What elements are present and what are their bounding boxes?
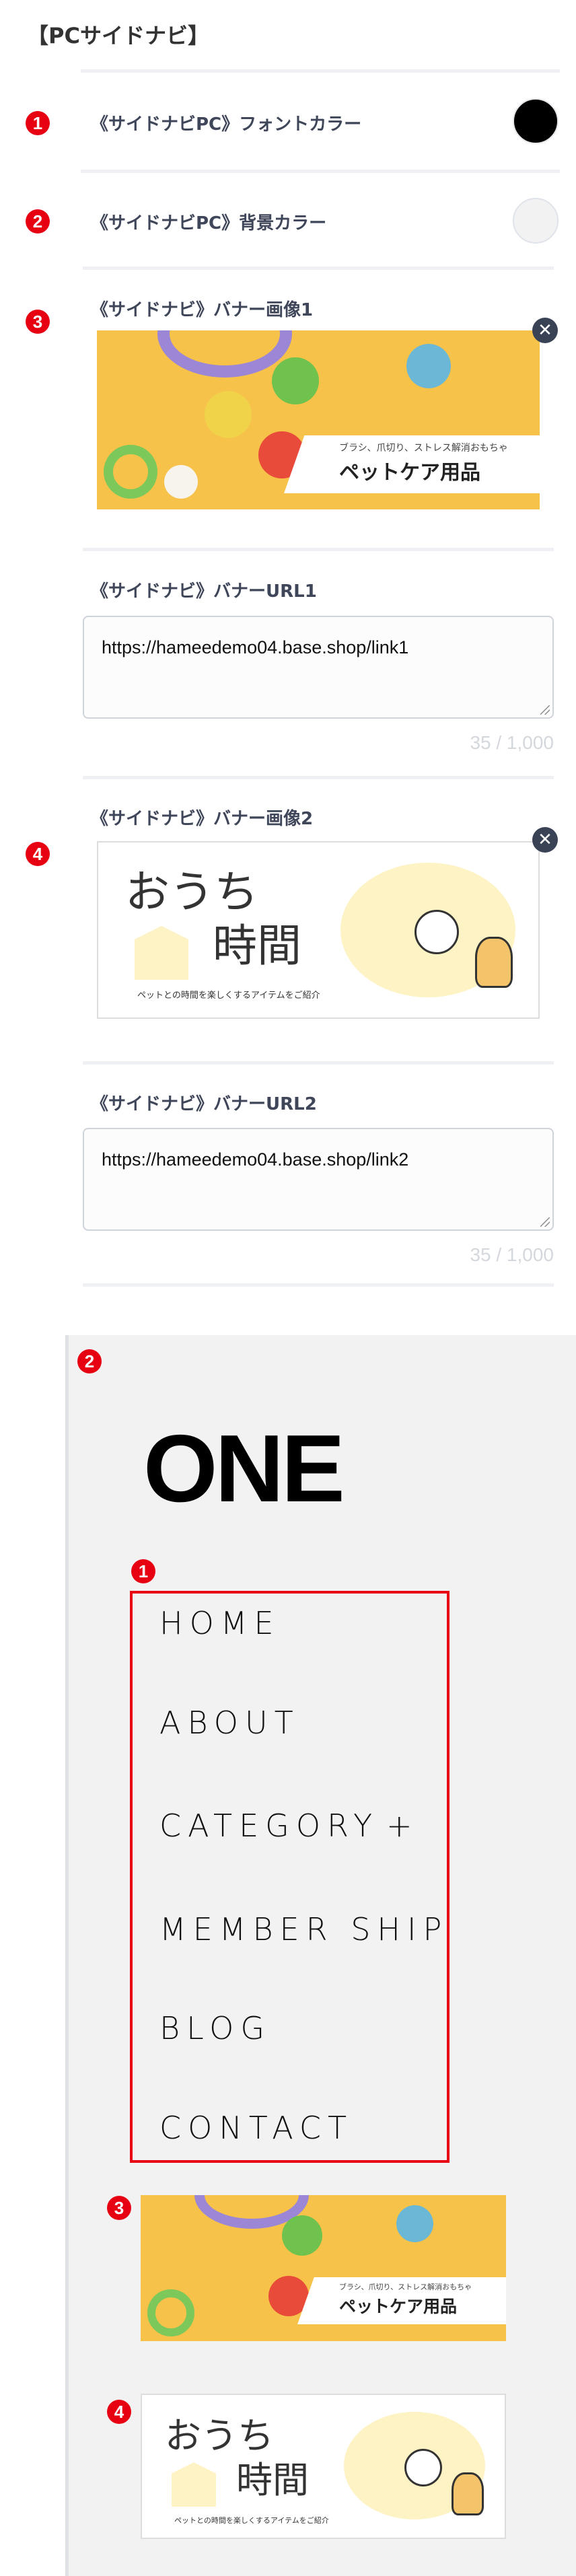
close-icon: ✕ bbox=[538, 830, 552, 850]
remove-banner2-button[interactable]: ✕ bbox=[532, 827, 558, 853]
nav-contact[interactable]: CONTACT bbox=[159, 2112, 353, 2143]
banner2-title-2: 時間 bbox=[213, 920, 301, 972]
banner2-image: おうち 時間 ペットとの時間を楽しくするアイテムをご紹介 bbox=[97, 841, 540, 1019]
banner-url1-textarea[interactable]: https://hameedemo04.base.shop/link1 bbox=[83, 616, 554, 719]
banner1-maintext: ペットケア用品 bbox=[339, 461, 480, 485]
badge-2: 2 bbox=[26, 209, 50, 234]
url1-label: 《サイドナビ》バナーURL1 bbox=[91, 581, 317, 602]
resize-handle[interactable] bbox=[540, 1217, 550, 1227]
badge-4: 4 bbox=[26, 842, 50, 866]
preview-banner2-title-2: 時間 bbox=[236, 2459, 309, 2501]
preview-banner1-subtext: ブラシ、爪切り、ストレス解消おもちゃ bbox=[339, 2283, 472, 2291]
remove-banner1-button[interactable]: ✕ bbox=[532, 318, 558, 343]
divider bbox=[83, 548, 554, 551]
preview-badge-3: 3 bbox=[107, 2196, 131, 2220]
nav-highlight-box bbox=[130, 1591, 449, 2163]
resize-handle[interactable] bbox=[540, 705, 550, 715]
divider bbox=[83, 1283, 554, 1287]
url2-value: https://hameedemo04.base.shop/link2 bbox=[102, 1149, 409, 1170]
preview-banner1-maintext: ペットケア用品 bbox=[339, 2297, 458, 2316]
banner1-label: 《サイドナビ》バナー画像1 bbox=[91, 300, 314, 320]
divider bbox=[83, 266, 554, 270]
banner-url2-textarea[interactable]: https://hameedemo04.base.shop/link2 bbox=[83, 1128, 554, 1231]
section-title: 【PCサイドナビ】 bbox=[27, 23, 209, 48]
divider bbox=[81, 170, 560, 173]
url2-label: 《サイドナビ》バナーURL2 bbox=[91, 1094, 317, 1114]
close-icon: ✕ bbox=[538, 320, 552, 341]
preview-badge-1: 1 bbox=[131, 1559, 155, 1583]
nav-home[interactable]: HOME bbox=[159, 1608, 281, 1639]
nav-about[interactable]: ABOUT bbox=[159, 1707, 300, 1738]
banner2-subtext: ペットとの時間を楽しくするアイテムをご紹介 bbox=[137, 991, 320, 1001]
banner2-label: 《サイドナビ》バナー画像2 bbox=[91, 809, 314, 829]
divider bbox=[83, 1061, 554, 1065]
url1-value: https://hameedemo04.base.shop/link1 bbox=[102, 637, 409, 657]
divider bbox=[83, 776, 554, 779]
badge-3: 3 bbox=[26, 310, 50, 334]
badge-1: 1 bbox=[26, 111, 50, 135]
preview-banner1[interactable]: ブラシ、爪切り、ストレス解消おもちゃ ペットケア用品 bbox=[141, 2195, 506, 2341]
preview-banner2-subtext: ペットとの時間を楽しくするアイテムをご紹介 bbox=[174, 2516, 329, 2525]
url2-char-count: 35 / 1,000 bbox=[470, 1244, 554, 1265]
preview-banner2[interactable]: おうち 時間 ペットとの時間を楽しくするアイテムをご紹介 bbox=[141, 2394, 506, 2539]
font-color-label: 《サイドナビPC》フォントカラー bbox=[91, 114, 362, 135]
nav-membership[interactable]: MEMBER SHIP bbox=[159, 1914, 448, 1945]
banner1-image: ブラシ、爪切り、ストレス解消おもちゃ ペットケア用品 bbox=[97, 330, 540, 509]
bg-color-swatch[interactable] bbox=[513, 198, 559, 244]
preview-badge-2: 2 bbox=[77, 1349, 102, 1373]
divider bbox=[81, 69, 560, 73]
plus-icon[interactable]: + bbox=[386, 1810, 419, 1841]
font-color-swatch[interactable] bbox=[513, 98, 559, 144]
logo: ONE bbox=[143, 1415, 345, 1522]
nav-blog[interactable]: BLOG bbox=[159, 2013, 271, 2044]
nav-category[interactable]: CATEGORY bbox=[159, 1810, 379, 1841]
bg-color-label: 《サイドナビPC》背景カラー bbox=[91, 213, 327, 234]
banner1-subtext: ブラシ、爪切り、ストレス解消おもちゃ bbox=[339, 443, 508, 454]
url1-char-count: 35 / 1,000 bbox=[470, 732, 554, 753]
preview-badge-4: 4 bbox=[107, 2400, 131, 2424]
